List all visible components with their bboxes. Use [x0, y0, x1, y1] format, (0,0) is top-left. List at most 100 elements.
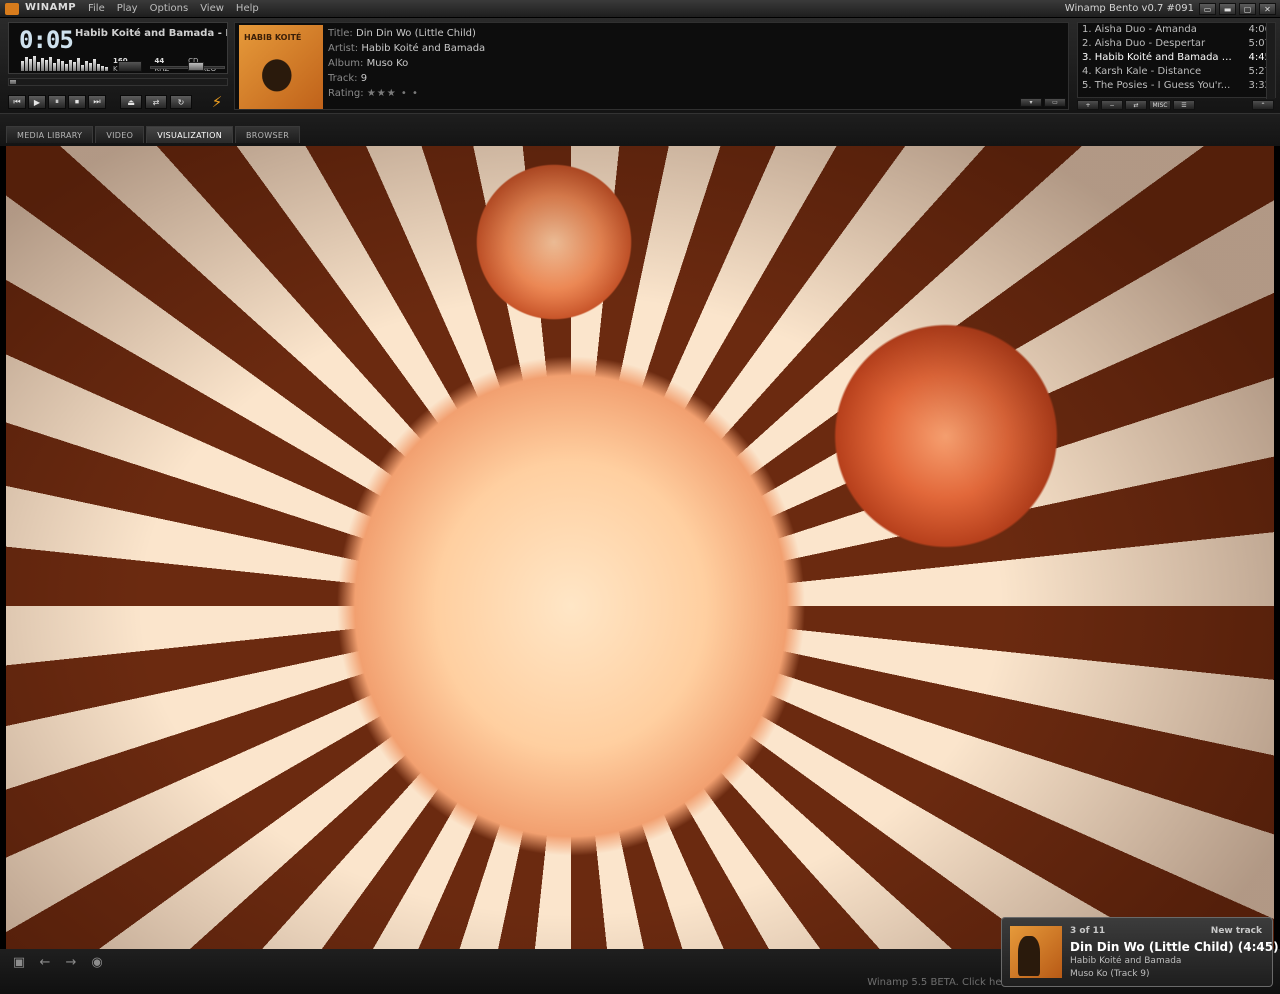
spectrum-bar [33, 56, 36, 71]
lightning-bolt-icon[interactable]: ⚡ [208, 94, 226, 110]
playback-options: ⏏ ⇄ ↻ [120, 95, 192, 109]
playlist-list-button[interactable]: ☰ [1173, 100, 1195, 110]
playlist-add-button[interactable]: + [1077, 100, 1099, 110]
tabs: MEDIA LIBRARY VIDEO VISUALIZATION BROWSE… [6, 126, 301, 143]
spectrum-bar [97, 64, 100, 71]
rating-stars[interactable]: ★★★ • • [367, 88, 419, 99]
track-album: Muso Ko [366, 58, 409, 69]
tab-browser[interactable]: BROWSER [235, 126, 301, 143]
info-toggle-button[interactable]: ▭ [1044, 98, 1066, 107]
back-arrow-icon[interactable]: ← [36, 955, 54, 970]
next-button[interactable]: ⏭ [88, 95, 106, 109]
visualization-window-icon[interactable]: ▣ [10, 955, 28, 970]
shade-button[interactable]: ▭ [1199, 3, 1216, 15]
tab-visualization[interactable]: VISUALIZATION [146, 126, 234, 143]
album-label: Album: [328, 58, 364, 69]
shuffle-button[interactable]: ⇄ [145, 95, 167, 109]
track-metadata: Title: Din Din Wo (Little Child) Artist:… [328, 26, 485, 101]
spectrum-bar [85, 61, 88, 71]
transport-controls: ⏮ ▶ ⏸ ⏹ ⏭ [8, 95, 106, 109]
playlist-item[interactable]: 4. Karsh Kale - Distance 5:27 [1078, 65, 1275, 79]
album-art-text: HABIB KOITÉ [244, 33, 302, 42]
window-controls: ▭ ▬ ▢ ✕ [1199, 3, 1276, 15]
playlist-item[interactable]: 1. Aisha Duo - Amanda 4:06 [1078, 23, 1275, 37]
spectrum-bar [73, 62, 76, 71]
spectrum-bar [61, 61, 64, 71]
now-playing-notification[interactable]: 3 of 11 New track Din Din Wo (Little Chi… [1001, 917, 1279, 987]
menu-options[interactable]: Options [144, 3, 195, 14]
spectrum-bar [37, 62, 40, 71]
track-artist: Habib Koité and Bamada [361, 43, 486, 54]
spectrum-bar [105, 67, 108, 71]
artist-label: Artist: [328, 43, 359, 54]
album-art[interactable]: HABIB KOITÉ [239, 25, 323, 109]
spectrum-bar [49, 57, 52, 71]
notification-track-count: 3 of 11 [1070, 926, 1106, 936]
playlist-collapse-button[interactable]: ⌃ [1252, 100, 1274, 110]
info-panel-buttons: ▾ ▭ [1020, 98, 1066, 107]
visualization-options-icon[interactable]: ◉ [88, 955, 106, 970]
spectrum-bar [45, 60, 48, 71]
tab-media-library[interactable]: MEDIA LIBRARY [6, 126, 94, 143]
close-button[interactable]: ✕ [1259, 3, 1276, 15]
minimize-button[interactable]: ▬ [1219, 3, 1236, 15]
playlist-remove-button[interactable]: − [1101, 100, 1123, 110]
spectrum-analyzer[interactable] [21, 55, 109, 71]
window-title: Winamp Bento v0.7 #091 [1064, 3, 1194, 14]
spectrum-bar [81, 65, 84, 71]
mute-button[interactable] [118, 61, 142, 72]
spectrum-bar [89, 63, 92, 71]
spectrum-bar [101, 66, 104, 71]
playlist-misc-button[interactable]: MISC [1149, 100, 1171, 110]
playlist-item[interactable]: 5. The Posies - I Guess You'r... 3:32 [1078, 79, 1275, 93]
track-info-panel: HABIB KOITÉ Title: Din Din Wo (Little Ch… [234, 22, 1069, 110]
rating-label: Rating: [328, 88, 364, 99]
seek-bar[interactable] [8, 78, 228, 86]
song-ticker: Habib Koité and Bamada - Din Din Wo [75, 28, 227, 39]
stop-button[interactable]: ⏹ [68, 95, 86, 109]
eject-button[interactable]: ⏏ [120, 95, 142, 109]
menu-view[interactable]: View [194, 3, 230, 14]
tab-bar: MEDIA LIBRARY VIDEO VISUALIZATION BROWSE… [0, 113, 1280, 146]
menu-help[interactable]: Help [230, 3, 265, 14]
play-button[interactable]: ▶ [28, 95, 46, 109]
track-title: Din Din Wo (Little Child) [356, 28, 476, 39]
spectrum-bar [77, 58, 80, 71]
spectrum-bar [29, 59, 32, 71]
samplerate: 44 [154, 57, 165, 65]
playlist-select-button[interactable]: ⇄ [1125, 100, 1147, 110]
bottom-controls: ▣ ← → ◉ [10, 955, 106, 970]
notification-label: New track [1210, 926, 1262, 936]
menu-play[interactable]: Play [111, 3, 144, 14]
title-label: Title: [328, 28, 353, 39]
menu-bar: File Play Options View Help [82, 3, 265, 14]
forward-arrow-icon[interactable]: → [62, 955, 80, 970]
spectrum-bar [53, 63, 56, 71]
menu-file[interactable]: File [82, 3, 111, 14]
maximize-button[interactable]: ▢ [1239, 3, 1256, 15]
notification-album-art [1010, 926, 1062, 978]
playlist-buttons: + − ⇄ MISC ☰ [1077, 100, 1195, 110]
pause-button[interactable]: ⏸ [48, 95, 66, 109]
spectrum-bar [41, 58, 44, 71]
playlist: 1. Aisha Duo - Amanda 4:06 2. Aisha Duo -… [1077, 22, 1276, 99]
seek-bar-fill [10, 80, 16, 84]
info-dropdown-button[interactable]: ▾ [1020, 98, 1042, 107]
winamp-logo-icon [5, 3, 19, 15]
tab-video[interactable]: VIDEO [95, 126, 145, 143]
previous-button[interactable]: ⏮ [8, 95, 26, 109]
title-bar: WINAMP File Play Options View Help Winam… [0, 0, 1280, 18]
elapsed-time[interactable]: 0:05 [19, 26, 74, 54]
visualization-canvas[interactable] [6, 146, 1274, 949]
notification-album: Muso Ko (Track 9) [1070, 969, 1150, 979]
spectrum-bar [25, 57, 28, 71]
spectrum-bar [93, 59, 96, 71]
playlist-item[interactable]: 2. Aisha Duo - Despertar 5:07 [1078, 37, 1275, 51]
spectrum-bar [21, 61, 24, 71]
volume-knob[interactable] [188, 62, 204, 71]
playlist-item-current[interactable]: 3. Habib Koité and Bamada - ... 4:45 [1078, 51, 1275, 65]
app-name: WINAMP [25, 2, 77, 13]
playlist-scrollbar[interactable] [1266, 23, 1275, 99]
repeat-button[interactable]: ↻ [170, 95, 192, 109]
player-panel: 0:05 Habib Koité and Bamada - Din Din Wo… [0, 18, 1280, 113]
